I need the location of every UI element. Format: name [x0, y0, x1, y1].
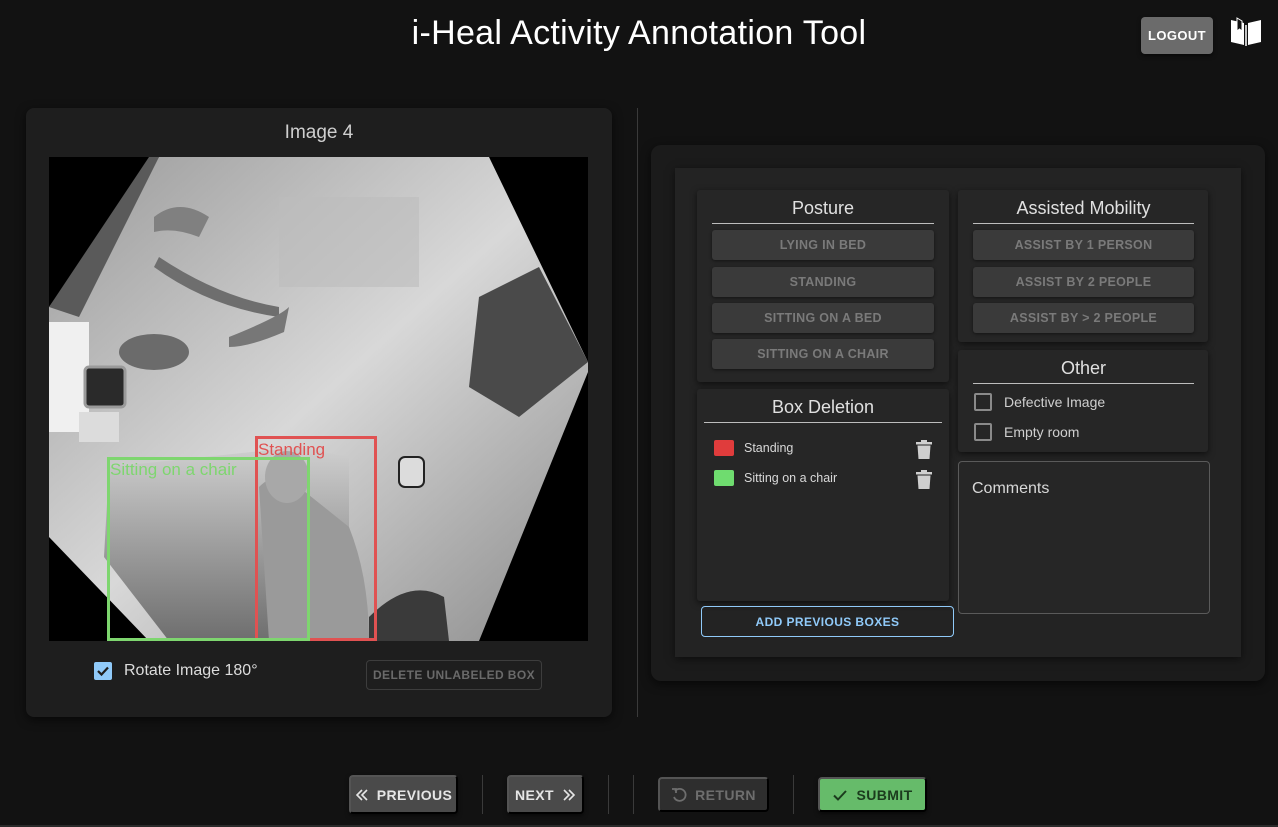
annotation-canvas[interactable]: Standing Sitting on a chair [49, 157, 588, 641]
posture-lying-in-bed-button[interactable]: LYING IN BED [712, 230, 934, 260]
assisted-mobility-title: Assisted Mobility [973, 198, 1194, 224]
chevrons-right-icon [563, 788, 576, 801]
rotate-image-label: Rotate Image 180° [124, 662, 258, 679]
bbox-label: Sitting on a chair [110, 460, 237, 479]
box-item-standing: Standing [714, 440, 793, 456]
rotate-image-toggle[interactable]: Rotate Image 180° [94, 662, 258, 680]
nav-separator [793, 775, 794, 814]
comments-label: Comments [972, 480, 1050, 497]
submit-button[interactable]: SUBMIT [818, 777, 927, 812]
box-deletion-title: Box Deletion [704, 397, 942, 423]
nav-separator [482, 775, 483, 814]
next-button[interactable]: NEXT [507, 775, 584, 814]
logout-button[interactable]: LOGOUT [1141, 17, 1213, 54]
delete-unlabeled-box-button[interactable]: DELETE UNLABELED BOX [366, 660, 542, 690]
previous-label: PREVIOUS [376, 786, 453, 803]
image-panel: Image 4 Standing Sitting on a chair Rota… [26, 108, 612, 717]
empty-room-checkbox[interactable]: Empty room [974, 423, 1079, 441]
posture-standing-button[interactable]: STANDING [712, 267, 934, 297]
trash-icon[interactable] [916, 440, 932, 459]
return-button[interactable]: RETURN [658, 777, 769, 812]
box-item-sitting-on-a-chair: Sitting on a chair [714, 470, 837, 486]
posture-sitting-on-a-chair-button[interactable]: SITTING ON A CHAIR [712, 339, 934, 369]
book-open-icon[interactable] [1229, 16, 1263, 48]
defective-image-label: Defective Image [1004, 394, 1106, 410]
bbox-sitting-on-a-chair[interactable] [107, 457, 310, 641]
comments-field[interactable]: Comments [958, 461, 1210, 614]
defective-image-checkbox[interactable]: Defective Image [974, 393, 1105, 411]
nav-separator [633, 775, 634, 814]
app-title: i-Heal Activity Annotation Tool [411, 14, 867, 52]
color-swatch [714, 470, 734, 486]
image-title: Image 4 [284, 122, 354, 143]
checkbox-empty-icon[interactable] [974, 393, 992, 411]
submit-label: SUBMIT [856, 786, 913, 803]
nav-separator [608, 775, 609, 814]
checkbox-checked-icon[interactable] [94, 662, 112, 680]
next-label: NEXT [515, 786, 554, 803]
check-icon [833, 789, 848, 801]
box-item-label: Sitting on a chair [744, 471, 838, 485]
chevrons-left-icon [355, 788, 368, 801]
add-previous-boxes-button[interactable]: ADD PREVIOUS BOXES [701, 606, 954, 637]
assist-by-1-person-button[interactable]: ASSIST BY 1 PERSON [973, 230, 1194, 260]
trash-icon[interactable] [916, 470, 932, 489]
empty-room-label: Empty room [1004, 424, 1080, 440]
other-title: Other [973, 358, 1194, 384]
posture-sitting-on-a-bed-button[interactable]: SITTING ON A BED [712, 303, 934, 333]
previous-button[interactable]: PREVIOUS [349, 775, 458, 814]
color-swatch [714, 440, 734, 456]
box-item-label: Standing [744, 441, 794, 455]
checkbox-empty-icon[interactable] [974, 423, 992, 441]
undo-icon [672, 787, 687, 802]
assist-by-more-than-2-people-button[interactable]: ASSIST BY > 2 PEOPLE [973, 303, 1194, 333]
posture-title: Posture [712, 198, 934, 224]
return-label: RETURN [695, 786, 756, 803]
assist-by-2-people-button[interactable]: ASSIST BY 2 PEOPLE [973, 267, 1194, 297]
vertical-divider [637, 108, 638, 717]
